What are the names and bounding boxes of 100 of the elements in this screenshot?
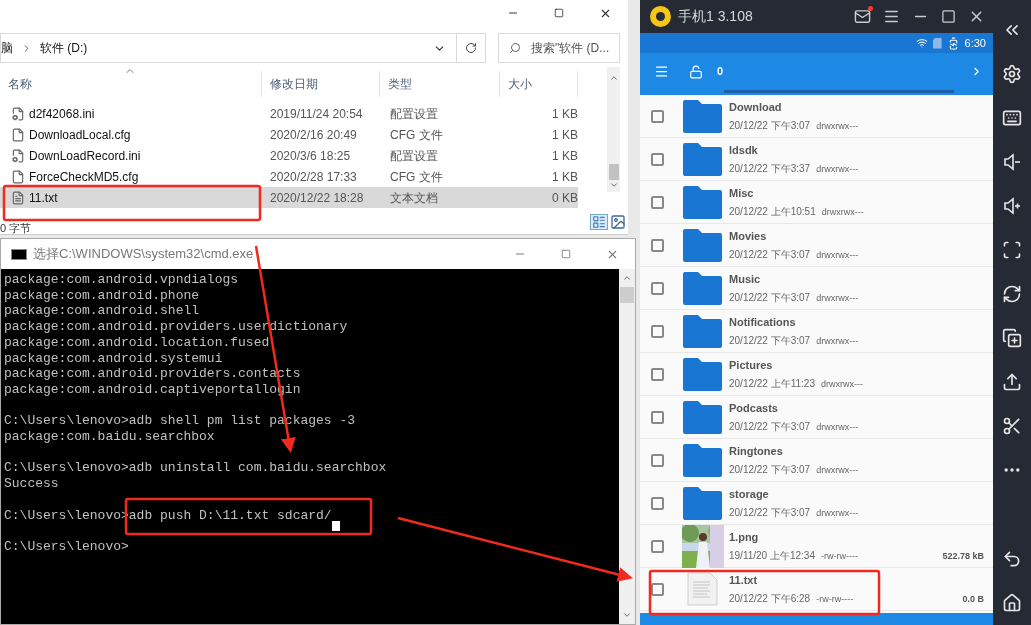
clock: 6:30 [964, 35, 986, 51]
scroll-up-icon[interactable] [622, 273, 632, 283]
file-permissions: -rw-rw---- [816, 593, 854, 605]
file-date: 20/12/22 下午3:07 [729, 507, 811, 519]
back-icon[interactable] [1002, 549, 1022, 569]
checkbox[interactable] [651, 582, 664, 596]
app-logo-icon [650, 6, 671, 27]
file-name: Movies [729, 229, 768, 243]
file-size: 1 KB [551, 168, 578, 186]
file-permissions: drwxrwx--- [816, 163, 859, 175]
checkbox[interactable] [651, 152, 664, 166]
checkbox[interactable] [651, 324, 664, 338]
volume-up-icon[interactable] [1002, 196, 1022, 216]
file-size: 1 KB [551, 105, 578, 123]
folder-icon [683, 142, 722, 176]
checkbox[interactable] [651, 195, 664, 209]
checkbox[interactable] [651, 410, 664, 424]
file-name: storage [729, 487, 770, 501]
breadcrumb-item[interactable]: 软件 (D:) [40, 39, 88, 57]
column-header[interactable]: 类型 [380, 71, 500, 97]
folder-icon [683, 486, 722, 520]
folder-icon [683, 357, 722, 391]
file-name: Music [729, 272, 762, 286]
checkbox[interactable] [651, 496, 664, 510]
file-name: Pictures [729, 358, 774, 372]
console-line: C:\Users\lenovo>adb uninstall com.baidu.searchbox [4, 460, 387, 477]
console-line: package:com.android.systemui [4, 350, 223, 367]
modified-date: 2020/2/28 17:33 [269, 168, 358, 186]
column-header[interactable]: 名称 [0, 71, 262, 97]
scrollbar-thumb[interactable] [608, 164, 619, 180]
file-icon [11, 127, 25, 142]
file-date: 20/12/22 下午3:07 [729, 249, 811, 261]
column-header[interactable]: 大小 [500, 71, 578, 97]
modified-date: 2020/12/22 18:28 [269, 189, 365, 207]
maximize-icon [554, 8, 564, 18]
scroll-up-icon[interactable] [608, 73, 619, 83]
folder-icon [683, 228, 722, 262]
settings-icon[interactable] [1002, 64, 1022, 84]
file-name: Podcasts [729, 401, 779, 415]
file-list-item[interactable]: 1.png 19/11/20 上午12:34 -rw-rw---- 522.78 kB [640, 525, 993, 568]
scissors-icon[interactable] [1002, 416, 1022, 436]
column-header[interactable]: 修改日期 [262, 71, 380, 97]
file-row[interactable]: 11.txt 2020/12/22 18:28 文本文档 0 KB [0, 187, 578, 208]
console-line: package:com.android.location.fused [4, 334, 270, 351]
volume-down-icon[interactable] [1002, 152, 1022, 172]
checkbox[interactable] [651, 367, 664, 381]
scrollbar[interactable] [619, 269, 635, 624]
file-size: 1 KB [551, 147, 578, 165]
refresh-button[interactable] [456, 33, 486, 63]
file-size: 0.0 B [962, 594, 984, 605]
console-line: package:com.android.vpndialogs [4, 272, 239, 288]
search-icon [509, 42, 521, 54]
rotate-icon[interactable] [1002, 284, 1022, 304]
modified-date: 2019/11/24 20:54 [269, 105, 364, 123]
unlock-icon[interactable] [689, 64, 703, 79]
scroll-down-icon[interactable] [608, 180, 619, 190]
modified-date: 2020/3/6 18:25 [269, 147, 352, 165]
mail-icon[interactable] [854, 8, 871, 25]
file-date: 20/12/22 下午3:37 [729, 163, 811, 175]
file-name: DownloadLocal.cfg [29, 126, 131, 144]
checkbox[interactable] [651, 453, 664, 467]
search-field[interactable]: 搜索"软件 (D... [498, 33, 620, 63]
screenshot-icon[interactable] [1002, 240, 1022, 260]
scroll-down-icon[interactable] [622, 610, 632, 620]
checkbox[interactable] [651, 539, 664, 553]
wifi-icon [915, 37, 928, 49]
folder-icon [683, 271, 722, 305]
home-icon[interactable] [1002, 593, 1022, 613]
file-permissions: drwxrwx--- [821, 206, 864, 218]
upload-icon[interactable] [1002, 372, 1022, 392]
menu-icon[interactable] [883, 8, 900, 25]
emulator-title: 手机1 3.108 [678, 7, 753, 26]
file-type: CFG 文件 [389, 126, 444, 144]
settings-file-icon [11, 148, 25, 163]
file-size: 0 KB [551, 189, 578, 207]
address-bar[interactable]: 脑 软件 (D:) [0, 33, 456, 63]
keyboard-icon[interactable] [1002, 108, 1022, 128]
no-sim-icon [932, 37, 942, 49]
folder-icon [683, 314, 722, 348]
window-title: 选择C:\WINDOWS\system32\cmd.exe [33, 245, 254, 264]
checkbox[interactable] [651, 281, 664, 295]
maximize-icon[interactable] [941, 9, 956, 24]
file-name: Notifications [729, 315, 797, 329]
path-label[interactable]: 0 [717, 63, 724, 80]
large-icons-view-icon[interactable] [610, 214, 626, 230]
file-permissions: drwxrwx--- [816, 507, 859, 519]
file-permissions: drwxrwx--- [816, 335, 859, 347]
console-line: package:com.android.phone [4, 287, 200, 304]
folder-icon [683, 185, 722, 219]
file-name: DownLoadRecord.ini [29, 147, 141, 165]
file-name: 11.txt [729, 573, 759, 587]
breadcrumb-item[interactable]: 脑 [1, 39, 13, 57]
folder-icon [683, 400, 722, 434]
console-icon [11, 248, 27, 260]
details-view-icon[interactable] [590, 214, 608, 230]
scrollbar-thumb[interactable] [620, 287, 634, 303]
add-window-icon[interactable] [1002, 328, 1022, 348]
checkbox[interactable] [651, 238, 664, 252]
checkbox[interactable] [651, 109, 664, 123]
scrollbar[interactable] [607, 67, 620, 192]
